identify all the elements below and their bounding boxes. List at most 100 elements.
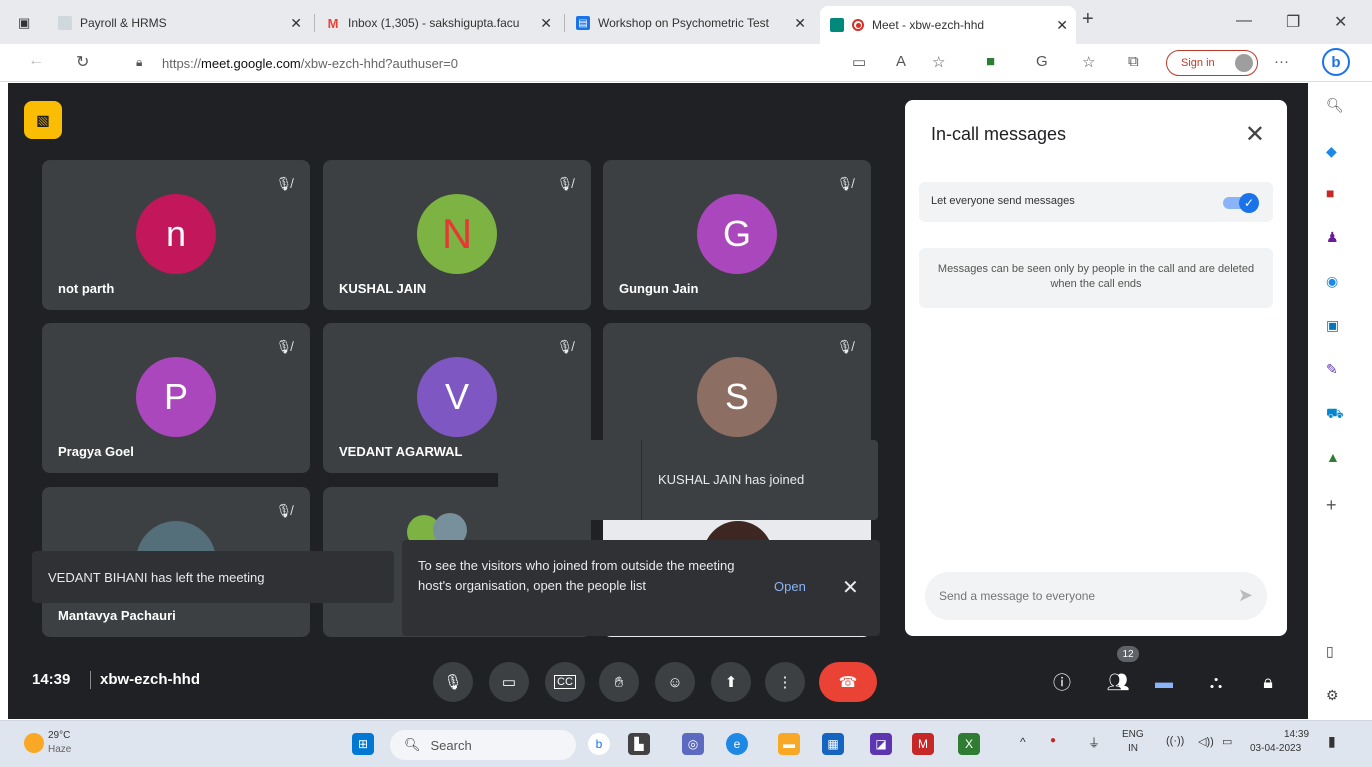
- participant-tile[interactable]: N 🎙︎̸ KUSHAL JAIN: [323, 160, 591, 310]
- sidebar-toggle-icon[interactable]: ▯: [1326, 643, 1334, 660]
- office-icon[interactable]: ◉: [1326, 273, 1338, 290]
- url-path: /xbw-ezch-hhd?authuser=0: [300, 55, 458, 71]
- settings-icon[interactable]: ⚙: [1326, 687, 1339, 704]
- new-tab-icon[interactable]: +: [1082, 8, 1094, 31]
- weather-condition: Haze: [48, 744, 72, 755]
- add-favorite-icon[interactable]: ☆: [932, 53, 945, 71]
- camera-button[interactable]: ▭: [489, 662, 529, 702]
- no-video-badge-icon[interactable]: ▧: [24, 101, 62, 139]
- bing-icon[interactable]: b: [1322, 48, 1350, 76]
- meeting-time: 14:39: [32, 671, 71, 688]
- chat-app-icon[interactable]: ◎: [682, 733, 704, 755]
- show-hidden-icons[interactable]: ^: [1020, 735, 1026, 749]
- mic-button[interactable]: 🎙︎: [433, 662, 473, 702]
- more-icon[interactable]: ···: [1274, 53, 1289, 70]
- read-aloud-icon[interactable]: A: [896, 53, 906, 70]
- activities-button[interactable]: ⛬: [1200, 666, 1232, 698]
- battery-icon[interactable]: ▭: [1222, 735, 1232, 748]
- designer-icon[interactable]: ✎: [1326, 361, 1338, 378]
- taskbar-search[interactable]: 🔍︎ Search: [390, 730, 576, 760]
- message-input[interactable]: [939, 586, 1219, 606]
- close-tab-icon[interactable]: ✕: [290, 15, 302, 32]
- briefcase-icon[interactable]: ■: [1326, 185, 1334, 201]
- participant-tile[interactable]: P 🎙︎̸ Pragya Goel: [42, 323, 310, 473]
- avatar: N: [417, 194, 497, 274]
- extension-icon[interactable]: ■: [986, 53, 995, 70]
- app-icon[interactable]: ◪: [870, 733, 892, 755]
- notifications-icon[interactable]: ▮: [1328, 733, 1336, 750]
- tag-icon[interactable]: ◆: [1326, 143, 1337, 160]
- participant-tile[interactable]: G 🎙︎̸ Gungun Jain: [603, 160, 871, 310]
- wifi-icon[interactable]: ((·)): [1166, 735, 1184, 747]
- tab-workshop[interactable]: ▤ Workshop on Psychometric Test ✕: [566, 8, 814, 38]
- participant-tile[interactable]: n 🎙︎̸ not parth: [42, 160, 310, 310]
- close-tab-icon[interactable]: ✕: [540, 15, 552, 32]
- add-icon[interactable]: +: [1326, 495, 1337, 516]
- close-tab-icon[interactable]: ✕: [1056, 17, 1068, 34]
- language-label[interactable]: ENG: [1122, 729, 1144, 740]
- favorites-icon[interactable]: ☆: [1082, 53, 1095, 71]
- refresh-icon[interactable]: ↻: [76, 52, 89, 72]
- search-icon[interactable]: 🔍︎: [1326, 97, 1344, 114]
- close-window-icon[interactable]: ✕: [1334, 12, 1347, 32]
- close-tab-icon[interactable]: ✕: [794, 15, 806, 32]
- clock-time[interactable]: 14:39: [1284, 729, 1309, 740]
- mcafee-tray-icon[interactable]: ●: [1050, 735, 1056, 746]
- close-toast-icon[interactable]: ✕: [842, 575, 859, 600]
- captions-button[interactable]: CC: [545, 662, 585, 702]
- visitors-toast-text: To see the visitors who joined from outs…: [418, 558, 735, 593]
- mic-off-icon: 🎙︎̸: [275, 503, 292, 518]
- present-button[interactable]: ⬆: [711, 662, 751, 702]
- participant-name: Mantavya Pachauri: [58, 608, 176, 623]
- meeting-info-button[interactable]: ⓘ: [1046, 666, 1078, 698]
- start-icon[interactable]: ⊞: [352, 733, 374, 755]
- check-icon: ✓: [1239, 193, 1259, 213]
- leave-call-button[interactable]: ☎︎: [819, 662, 877, 702]
- excel-icon[interactable]: X: [958, 733, 980, 755]
- close-panel-icon[interactable]: ✕: [1245, 120, 1265, 149]
- send-icon[interactable]: ➤: [1238, 585, 1253, 606]
- usb-icon[interactable]: ⏚: [1088, 734, 1100, 751]
- lock-person-icon: 🔒︎: [1263, 671, 1273, 692]
- outlook-icon[interactable]: ▣: [1326, 317, 1339, 334]
- recording-icon: [852, 19, 864, 31]
- mcafee-icon[interactable]: M: [912, 733, 934, 755]
- file-explorer-icon[interactable]: ▬: [778, 733, 800, 755]
- chat-panel: In-call messages ✕ Let everyone send mes…: [905, 100, 1287, 636]
- workspaces-button[interactable]: ▣: [8, 8, 42, 38]
- tab-payroll[interactable]: Payroll & HRMS ✕: [48, 8, 310, 38]
- store-icon[interactable]: ▦: [822, 733, 844, 755]
- lock-icon[interactable]: 🔒︎: [136, 55, 142, 70]
- profile-avatar: [1235, 54, 1253, 72]
- chat-button[interactable]: ▬: [1148, 666, 1180, 698]
- let-everyone-toggle[interactable]: ✓: [1223, 193, 1259, 213]
- back-icon[interactable]: ←: [28, 52, 44, 70]
- sign-in-button[interactable]: Sign in: [1166, 50, 1258, 76]
- shopping-icon[interactable]: ⛟: [1326, 405, 1344, 424]
- open-people-button[interactable]: Open: [774, 579, 806, 594]
- browser-essentials-icon[interactable]: G: [1036, 53, 1048, 70]
- volume-icon[interactable]: ◁)): [1198, 735, 1214, 748]
- restore-icon[interactable]: ❐: [1286, 12, 1300, 32]
- more-options-button[interactable]: ⋮: [765, 662, 805, 702]
- host-controls-button[interactable]: 🔒︎: [1252, 666, 1284, 698]
- url-prefix: https://: [162, 55, 202, 71]
- weather-icon[interactable]: [24, 733, 44, 753]
- task-view-icon[interactable]: ▙: [628, 733, 650, 755]
- raise-hand-button[interactable]: ✋︎: [599, 662, 639, 702]
- people-chess-icon[interactable]: ♟: [1326, 229, 1339, 246]
- bing-icon[interactable]: b: [588, 733, 610, 755]
- minimize-icon[interactable]: —: [1236, 12, 1252, 30]
- tab-action-icon[interactable]: ▭: [852, 53, 866, 71]
- tab-gmail[interactable]: M Inbox (1,305) - sakshigupta.facu ✕: [316, 8, 560, 38]
- people-count-badge: 12: [1117, 646, 1139, 662]
- chat-icon: ▬: [1155, 671, 1173, 692]
- collections-icon[interactable]: ⧉: [1128, 53, 1139, 70]
- people-button[interactable]: 👥︎: [1102, 666, 1134, 698]
- tab-meet[interactable]: Meet - xbw-ezch-hhd ✕: [820, 6, 1076, 44]
- captions-icon: CC: [554, 675, 576, 689]
- clock-date: 03-04-2023: [1250, 743, 1302, 754]
- edge-icon[interactable]: e: [726, 733, 748, 755]
- tree-icon[interactable]: ▲: [1326, 449, 1340, 465]
- reactions-button[interactable]: ☺: [655, 662, 695, 702]
